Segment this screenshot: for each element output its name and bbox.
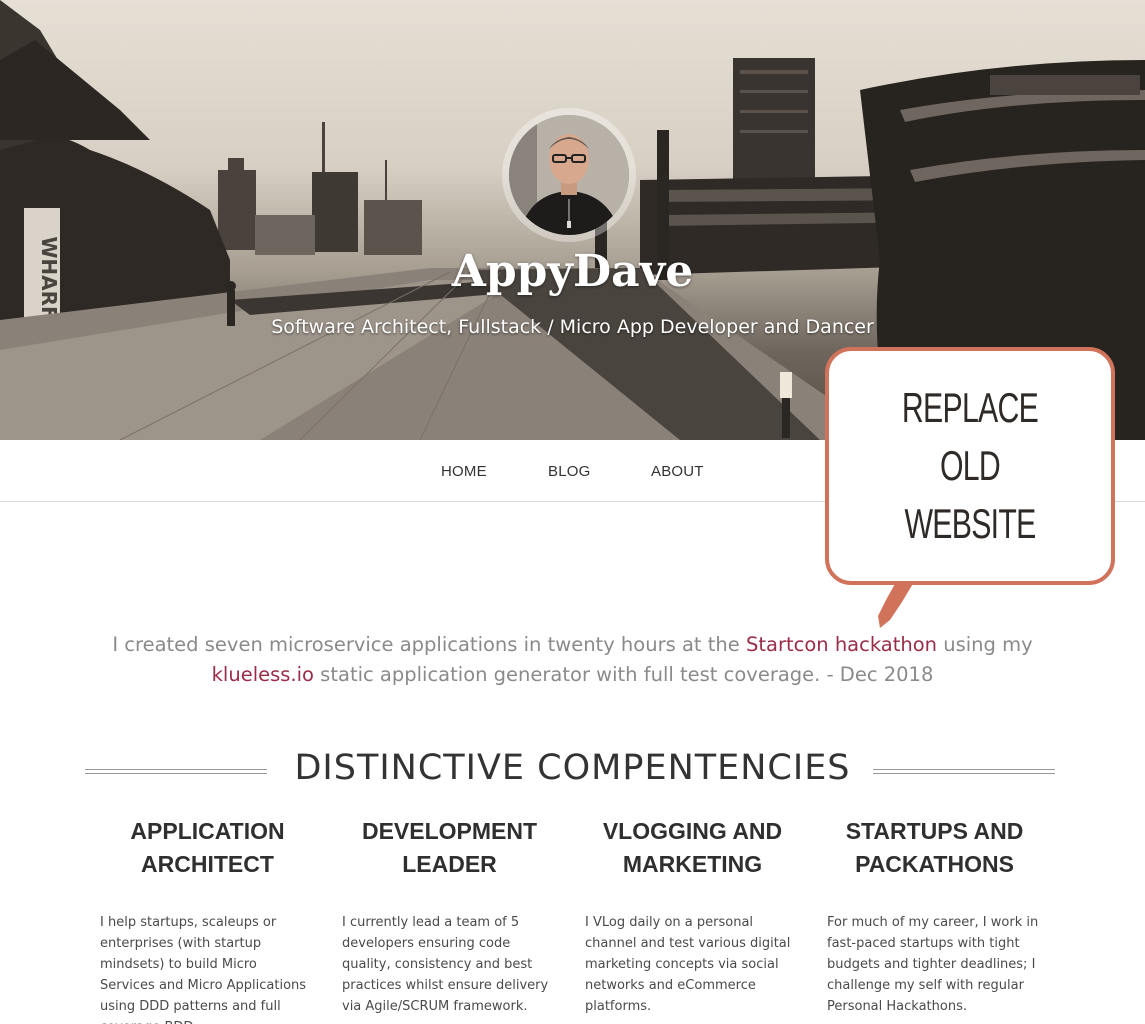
competency-card-4: STARTUPS AND PACKATHONS For much of my c… bbox=[827, 815, 1042, 1017]
section-heading: DISTINCTIVE COMPENTENCIES bbox=[294, 748, 851, 788]
site-subtitle: Software Architect, Fullstack / Micro Ap… bbox=[271, 316, 874, 338]
competency-title: DEVELOPMENT LEADER bbox=[361, 818, 538, 877]
callout-annotation: REPLACE OLD WEBSITE bbox=[825, 347, 1115, 585]
competency-card-2: DEVELOPMENT LEADER I currently lead a te… bbox=[342, 815, 557, 1017]
callout-text: REPLACE OLD WEBSITE bbox=[868, 379, 1071, 553]
competency-body: I help startups, scaleups or enterprises… bbox=[100, 915, 307, 1024]
competency-body: I VLog daily on a personal channel and t… bbox=[585, 915, 791, 1014]
quote-text-1: I created seven microservice application… bbox=[112, 633, 746, 656]
startcon-hackathon-link[interactable]: Startcon hackathon bbox=[746, 633, 937, 656]
callout-pointer-icon bbox=[878, 582, 914, 628]
quote-text-2: using my bbox=[937, 633, 1033, 656]
intro-quote: I created seven microservice application… bbox=[110, 630, 1035, 690]
competency-title: VLOGGING AND MARKETING bbox=[602, 818, 783, 877]
competency-card-1: APPLICATION ARCHITECT I help startups, s… bbox=[100, 815, 315, 1024]
nav-blog[interactable]: BLOG bbox=[548, 463, 590, 480]
avatar-photo bbox=[509, 115, 629, 235]
callout-line-2: WEBSITE bbox=[904, 500, 1036, 547]
competency-title: STARTUPS AND PACKATHONS bbox=[845, 818, 1024, 877]
competency-body: I currently lead a team of 5 developers … bbox=[342, 915, 549, 1014]
competency-body: For much of my career, I work in fast-pa… bbox=[827, 915, 1039, 1014]
competency-title: APPLICATION ARCHITECT bbox=[130, 818, 285, 877]
competency-card-3: VLOGGING AND MARKETING I VLog daily on a… bbox=[585, 815, 800, 1017]
avatar bbox=[502, 108, 636, 242]
callout-line-1: REPLACE OLD bbox=[901, 384, 1039, 489]
site-title[interactable]: AppyDave bbox=[0, 246, 1145, 297]
quote-text-3: static application generator with full t… bbox=[313, 663, 934, 686]
nav-about[interactable]: ABOUT bbox=[651, 463, 704, 480]
klueless-link[interactable]: klueless.io bbox=[212, 663, 314, 686]
nav-home[interactable]: HOME bbox=[441, 463, 487, 480]
